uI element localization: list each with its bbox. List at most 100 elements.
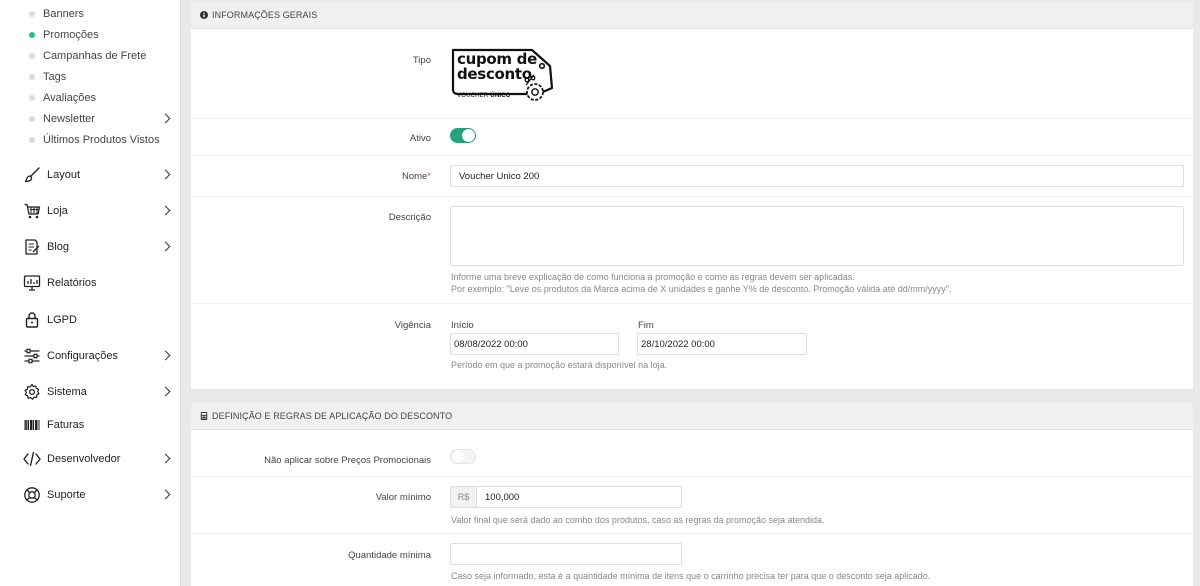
code-icon <box>23 451 41 467</box>
field-label: Ativo <box>409 133 431 144</box>
sidebar-subitem-campanhas-frete[interactable]: Campanhas de Frete <box>0 45 181 66</box>
coupon-badge-line2: desconto <box>457 65 532 83</box>
sidebar-item-label: LGPD <box>47 314 77 326</box>
bullet-icon <box>29 115 35 122</box>
sidebar-subitem-label: Newsletter <box>43 112 95 125</box>
discount-rules-panel: DEFINIÇÃO E REGRAS DE APLICAÇÃO DO DESCO… <box>191 403 1193 586</box>
sidebar-item-label: Relatórios <box>47 277 97 289</box>
bullet-icon <box>29 52 35 59</box>
min-quantity-input[interactable] <box>450 543 682 565</box>
sidebar-item-relatorios[interactable]: Relatórios <box>0 268 181 298</box>
sidebar-subitem-label: Avaliações <box>43 91 96 104</box>
sliders-icon <box>24 348 40 364</box>
sidebar-item-label: Loja <box>47 205 68 217</box>
field-label: Quantidade mínima <box>348 550 431 561</box>
panel-title: INFORMAÇÕES GERAIS <box>212 10 318 20</box>
min-value-help: Valor final que será dado ao combo dos p… <box>451 515 825 525</box>
sidebar-item-label: Configurações <box>47 350 118 362</box>
bullet-icon <box>29 73 35 80</box>
chevron-right-icon <box>160 241 171 252</box>
end-date-input[interactable]: 28/10/2022 00:00 <box>637 333 807 355</box>
sidebar-item-desenvolvedor[interactable]: Desenvolvedor <box>0 444 181 474</box>
chevron-right-icon <box>160 113 171 124</box>
bullet-icon <box>29 94 35 101</box>
field-label: Não aplicar sobre Preços Promocionais <box>264 455 431 466</box>
blog-icon <box>25 239 40 255</box>
chevron-right-icon <box>160 350 171 361</box>
sidebar: Banners Promoções Campanhas de Frete Tag… <box>0 0 181 586</box>
coupon-badge-subtitle: VOUCHER ÚNICO <box>457 93 511 99</box>
bullet-icon <box>29 136 35 143</box>
sidebar-item-lgpd[interactable]: LGPD <box>0 305 181 335</box>
sidebar-subitem-promocoes[interactable]: Promoções <box>0 24 181 45</box>
toggle-knob <box>452 450 465 463</box>
description-help-line2: Por exemplo: "Leve os produtos da Marca … <box>451 284 952 294</box>
sidebar-item-label: Sistema <box>47 386 87 398</box>
sidebar-item-configuracoes[interactable]: Configurações <box>0 341 181 371</box>
lock-icon <box>25 312 39 328</box>
field-label: Descrição <box>388 212 431 223</box>
panel-title: DEFINIÇÃO E REGRAS DE APLICAÇÃO DO DESCO… <box>212 411 453 421</box>
coupon-badge-sub2: ÚNICO <box>490 93 511 99</box>
sidebar-subitem-avaliacoes[interactable]: Avaliações <box>0 87 181 108</box>
chevron-right-icon <box>160 205 171 216</box>
min-quantity-help: Caso seja informado, esta é a quantidade… <box>451 571 931 581</box>
sidebar-subitem-label: Banners <box>43 7 84 20</box>
bullet-icon <box>29 10 35 17</box>
required-asterisk: * <box>427 171 431 182</box>
row-nome: Nome* Voucher Unico 200 <box>191 156 1193 197</box>
sidebar-subitem-newsletter[interactable]: Newsletter <box>0 108 181 129</box>
description-textarea[interactable] <box>450 206 1184 266</box>
sidebar-item-sistema[interactable]: Sistema <box>0 377 181 407</box>
name-input[interactable]: Voucher Unico 200 <box>450 165 1184 187</box>
row-nao-aplicar: Não aplicar sobre Preços Promocionais <box>191 430 1193 477</box>
field-label: Vigência <box>394 320 431 331</box>
chevron-right-icon <box>160 453 171 464</box>
sidebar-subitem-label: Promoções <box>43 28 99 41</box>
row-tipo: Tipo cupom de desconto VOUCHER ÚNICO <box>191 29 1193 119</box>
barcode-icon <box>24 420 40 430</box>
end-date-label: Fim <box>638 320 654 331</box>
sidebar-item-label: Layout <box>47 169 81 181</box>
sidebar-item-suporte[interactable]: Suporte <box>0 480 181 510</box>
sidebar-subitem-ultimos-produtos[interactable]: Últimos Produtos Vistos <box>0 129 181 150</box>
row-valor-minimo: Valor mínimo R$ 100,000 Valor final que … <box>191 477 1193 534</box>
cart-icon <box>24 203 41 219</box>
lifebuoy-icon <box>24 487 40 503</box>
nome-label-text: Nome <box>401 171 428 182</box>
field-label: Nome* <box>402 171 431 182</box>
description-help-line1: Informe uma breve explicação de como fun… <box>451 272 855 282</box>
chevron-right-icon <box>160 169 171 180</box>
reports-icon <box>23 275 41 291</box>
row-vigencia: Vigência Início 08/08/2022 00:00 Fim 28/… <box>191 304 1193 389</box>
currency-prefix: R$ <box>450 486 477 508</box>
chevron-right-icon <box>160 386 171 397</box>
sidebar-subitem-label: Tags <box>43 70 67 83</box>
info-icon <box>200 11 208 19</box>
sidebar-item-faturas[interactable]: Faturas <box>0 410 181 440</box>
sidebar-subitem-tags[interactable]: Tags <box>0 66 181 87</box>
sidebar-item-label: Suporte <box>47 489 86 501</box>
sidebar-item-label: Blog <box>47 241 70 253</box>
sidebar-subitem-label: Últimos Produtos Vistos <box>43 133 160 146</box>
coupon-type-badge: cupom de desconto VOUCHER ÚNICO <box>450 48 565 110</box>
sidebar-item-blog[interactable]: Blog <box>0 232 181 262</box>
sidebar-item-label: Desenvolvedor <box>47 453 121 465</box>
sidebar-subitem-banners[interactable]: Banners <box>0 3 181 24</box>
active-bullet-icon <box>29 31 35 38</box>
sidebar-item-layout[interactable]: Layout <box>0 160 181 190</box>
min-value-input[interactable]: 100,000 <box>476 486 682 508</box>
active-toggle[interactable] <box>450 128 476 143</box>
field-label: Tipo <box>412 55 431 66</box>
toggle-knob <box>462 129 475 142</box>
panel-header: DEFINIÇÃO E REGRAS DE APLICAÇÃO DO DESCO… <box>191 403 1193 430</box>
panel-header: INFORMAÇÕES GERAIS <box>191 2 1193 29</box>
row-quantidade-minima: Quantidade mínima Caso seja informado, e… <box>191 534 1193 586</box>
sidebar-subitem-label: Campanhas de Frete <box>43 49 147 62</box>
sidebar-item-label: Faturas <box>47 419 85 431</box>
gear-icon <box>24 383 40 400</box>
sidebar-item-loja[interactable]: Loja <box>0 196 181 226</box>
general-info-panel: INFORMAÇÕES GERAIS Tipo cupom de descont… <box>191 2 1193 389</box>
start-date-input[interactable]: 08/08/2022 00:00 <box>450 333 619 355</box>
skip-promo-prices-toggle[interactable] <box>450 449 476 464</box>
